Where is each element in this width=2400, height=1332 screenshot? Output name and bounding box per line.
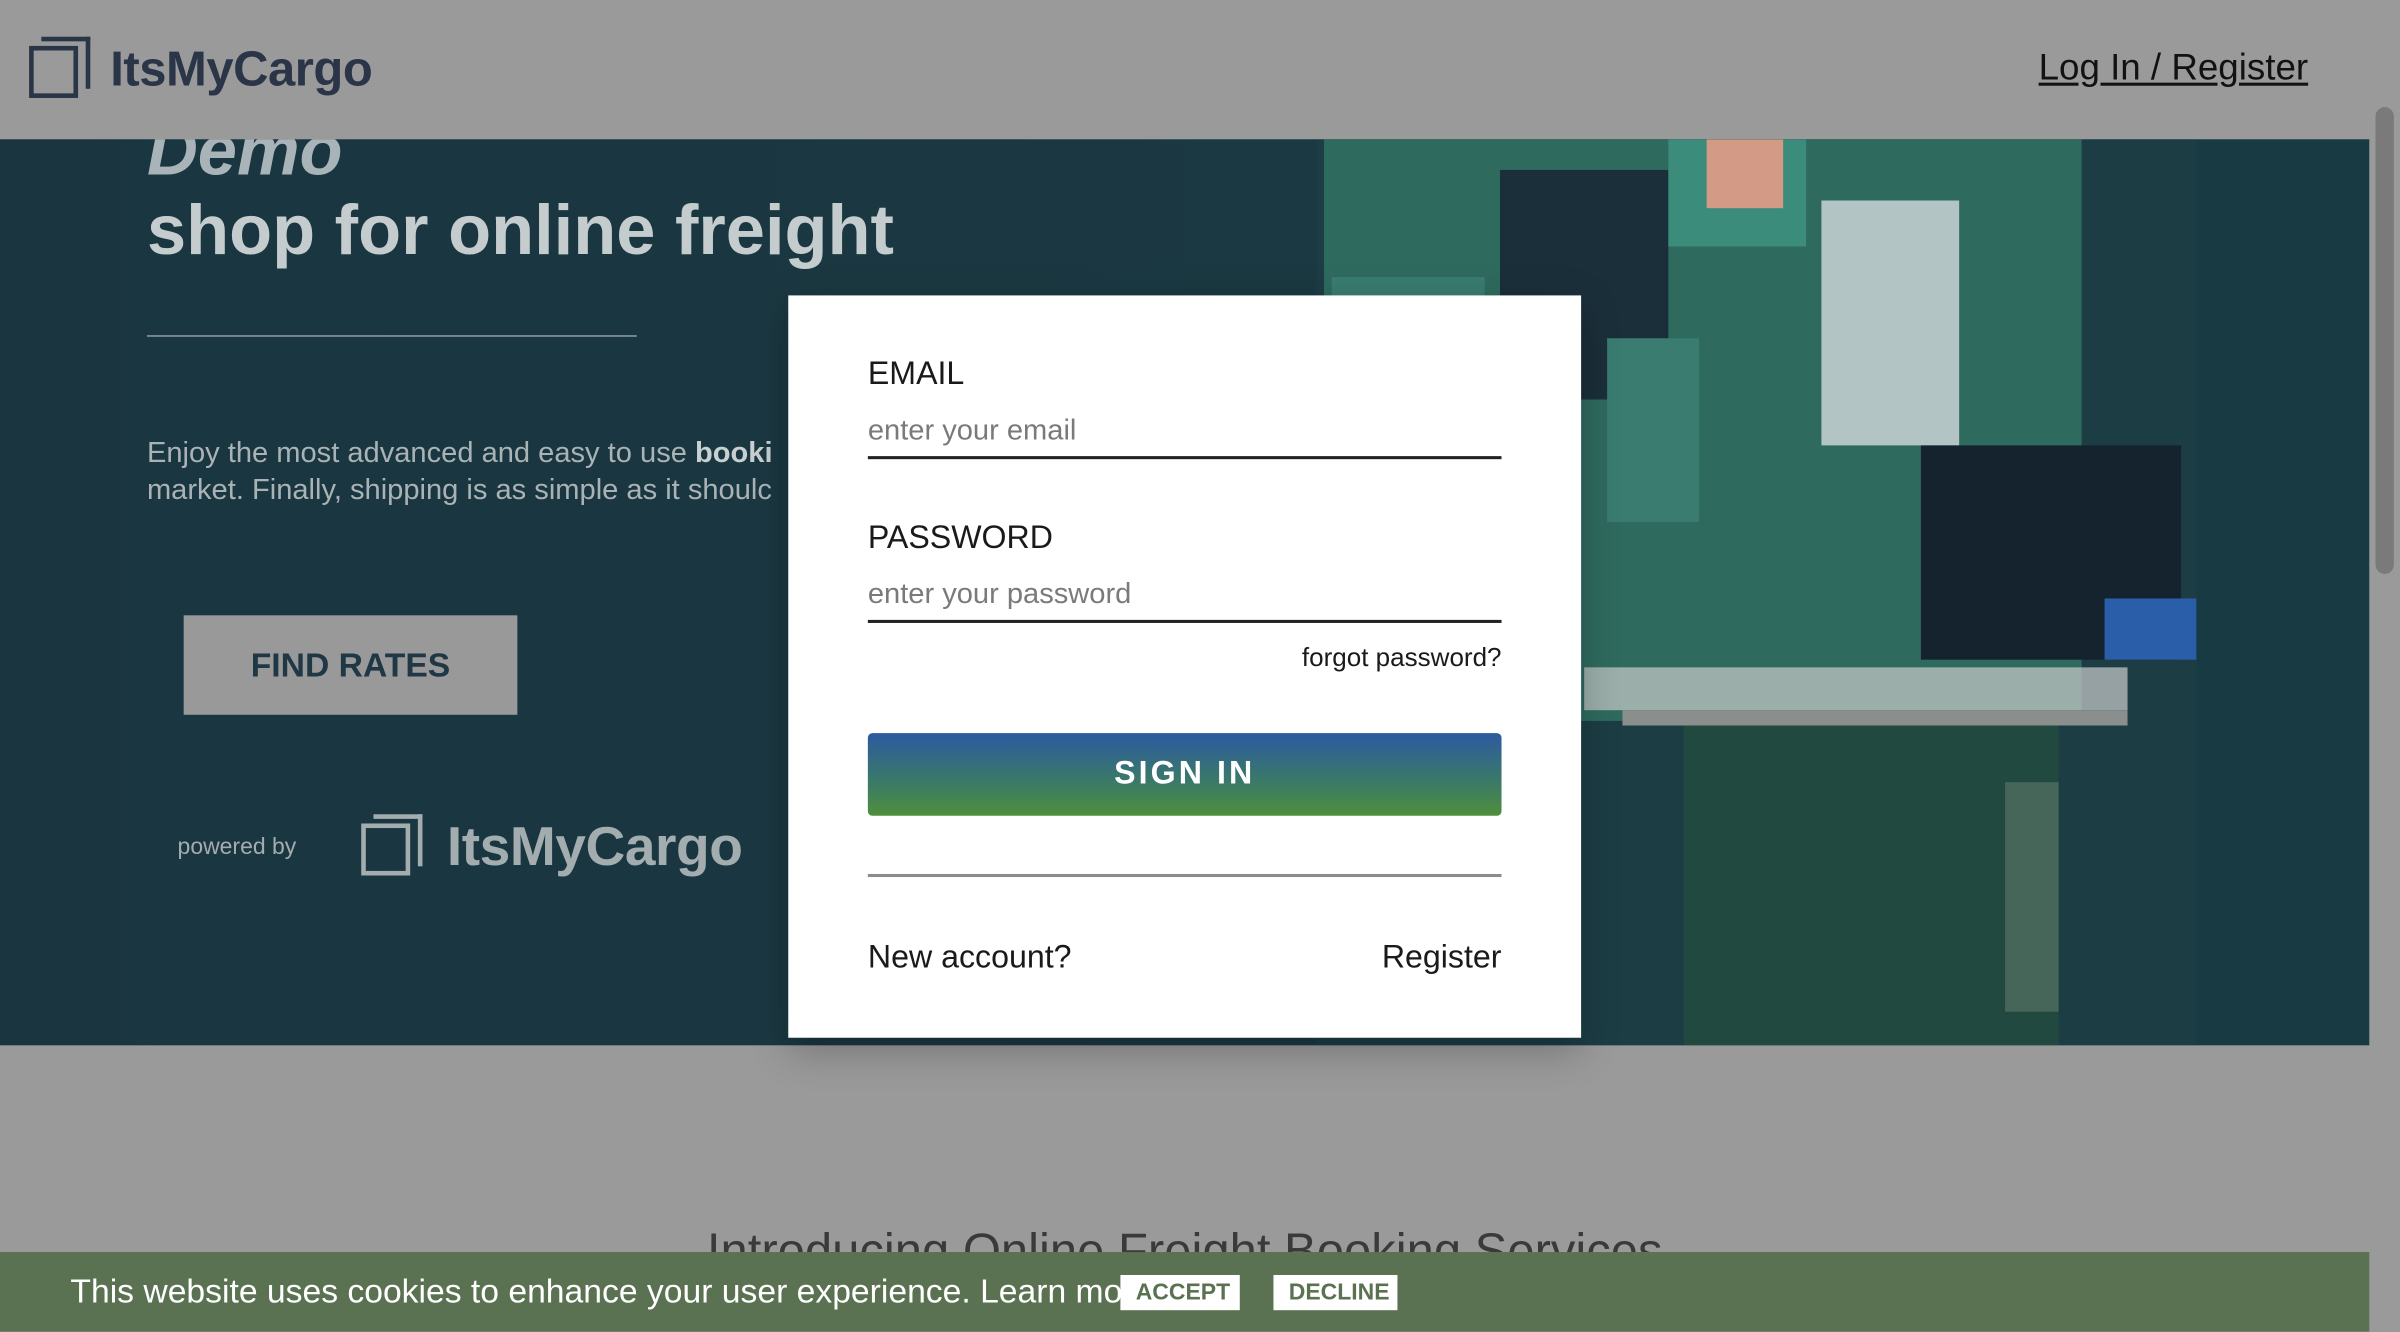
hero-description: Enjoy the most advanced and easy to use … xyxy=(147,436,805,509)
brand-logo[interactable]: ItsMyCargo xyxy=(29,36,373,101)
hero-desc-bold: booki xyxy=(694,437,773,470)
hero-divider xyxy=(146,335,637,337)
email-input[interactable] xyxy=(867,407,1502,460)
register-link[interactable]: Register xyxy=(1382,940,1502,977)
scrollbar-thumb[interactable] xyxy=(2375,107,2394,574)
top-navbar: ItsMyCargo Log In / Register xyxy=(0,0,2370,141)
hero-demo-label: Demo xyxy=(146,139,343,190)
hero-desc-line2: market. Finally, shipping is as simple a… xyxy=(146,474,772,507)
cookie-banner: This website uses cookies to enhance you… xyxy=(0,1252,2370,1332)
page-scrollbar[interactable] xyxy=(2369,0,2400,1332)
powered-by-label: powered by xyxy=(177,834,297,861)
hero-desc-text: Enjoy the most advanced and easy to use xyxy=(146,437,695,470)
password-label: PASSWORD xyxy=(867,520,1054,556)
cookie-text[interactable]: This website uses cookies to enhance you… xyxy=(70,1272,1152,1312)
forgot-password-link[interactable]: forgot password? xyxy=(1302,643,1502,674)
find-rates-button[interactable]: FIND RATES xyxy=(183,615,518,715)
logo-mark-icon xyxy=(29,36,91,101)
brand-name: ItsMyCargo xyxy=(110,40,373,96)
email-label: EMAIL xyxy=(867,356,965,392)
powered-brand-name: ItsMyCargo xyxy=(446,814,743,878)
login-modal: EMAIL PASSWORD forgot password? SIGN IN … xyxy=(788,295,1582,1038)
modal-divider xyxy=(867,873,1502,878)
cookie-accept-button[interactable]: ACCEPT xyxy=(1120,1274,1240,1311)
login-register-link[interactable]: Log In / Register xyxy=(2039,47,2309,90)
cookie-decline-button[interactable]: DECLINE xyxy=(1273,1274,1398,1311)
powered-by-logo: ItsMyCargo xyxy=(361,814,743,878)
new-account-label: New account? xyxy=(867,939,1072,975)
password-input[interactable] xyxy=(867,570,1502,623)
hero-title: shop for online freight xyxy=(146,189,894,270)
sign-in-button[interactable]: SIGN IN xyxy=(867,733,1502,816)
logo-mark-icon xyxy=(361,814,423,878)
